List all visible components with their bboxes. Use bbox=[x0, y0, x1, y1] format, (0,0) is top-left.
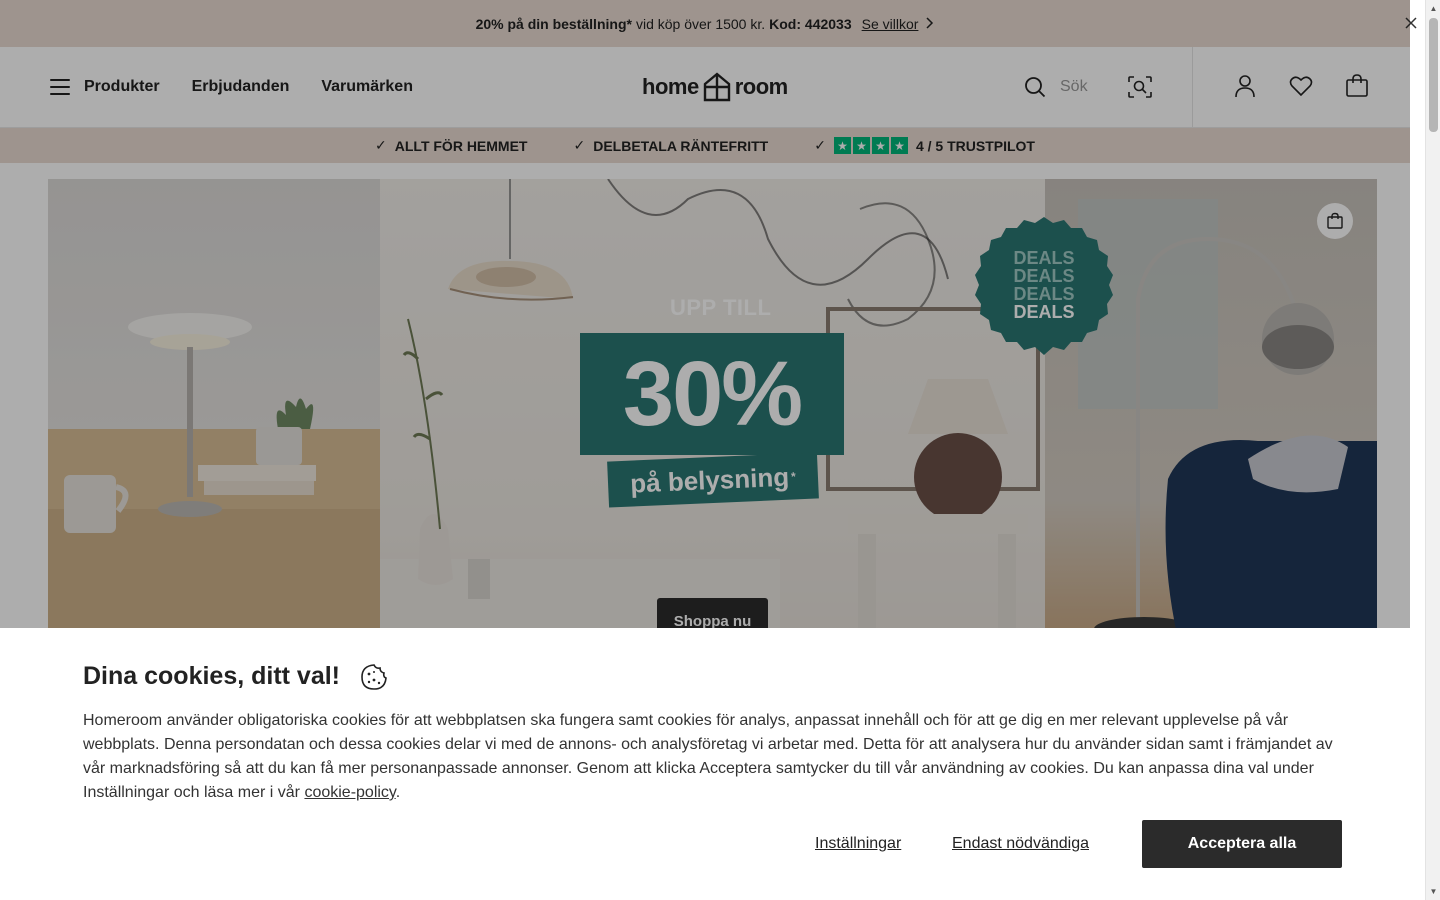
cookie-banner-description: Homeroom använder obligatoriska cookies … bbox=[83, 709, 1345, 805]
cookie-body-period: . bbox=[395, 784, 401, 801]
cookie-accept-all-button[interactable]: Acceptera alla bbox=[1142, 820, 1342, 868]
cookie-policy-link[interactable]: cookie-policy bbox=[304, 784, 395, 801]
page-scrollbar[interactable]: ▲ ▼ bbox=[1425, 0, 1440, 900]
cookie-necessary-only-button[interactable]: Endast nödvändiga bbox=[952, 835, 1089, 853]
cookie-consent-banner: Dina cookies, ditt val! Homeroom använde… bbox=[0, 628, 1425, 900]
cookie-title-text: Dina cookies, ditt val! bbox=[83, 662, 341, 690]
cookie-body-text: Homeroom använder obligatoriska cookies … bbox=[83, 712, 1333, 801]
cookie-settings-button[interactable]: Inställningar bbox=[815, 835, 901, 853]
scroll-down-arrow-icon[interactable]: ▼ bbox=[1429, 887, 1438, 896]
scrollbar-thumb[interactable] bbox=[1429, 18, 1438, 132]
cookie-icon bbox=[361, 663, 387, 690]
scroll-up-arrow-icon[interactable]: ▲ bbox=[1429, 4, 1438, 13]
modal-backdrop[interactable] bbox=[0, 0, 1410, 628]
cookie-banner-title: Dina cookies, ditt val! bbox=[83, 662, 388, 691]
